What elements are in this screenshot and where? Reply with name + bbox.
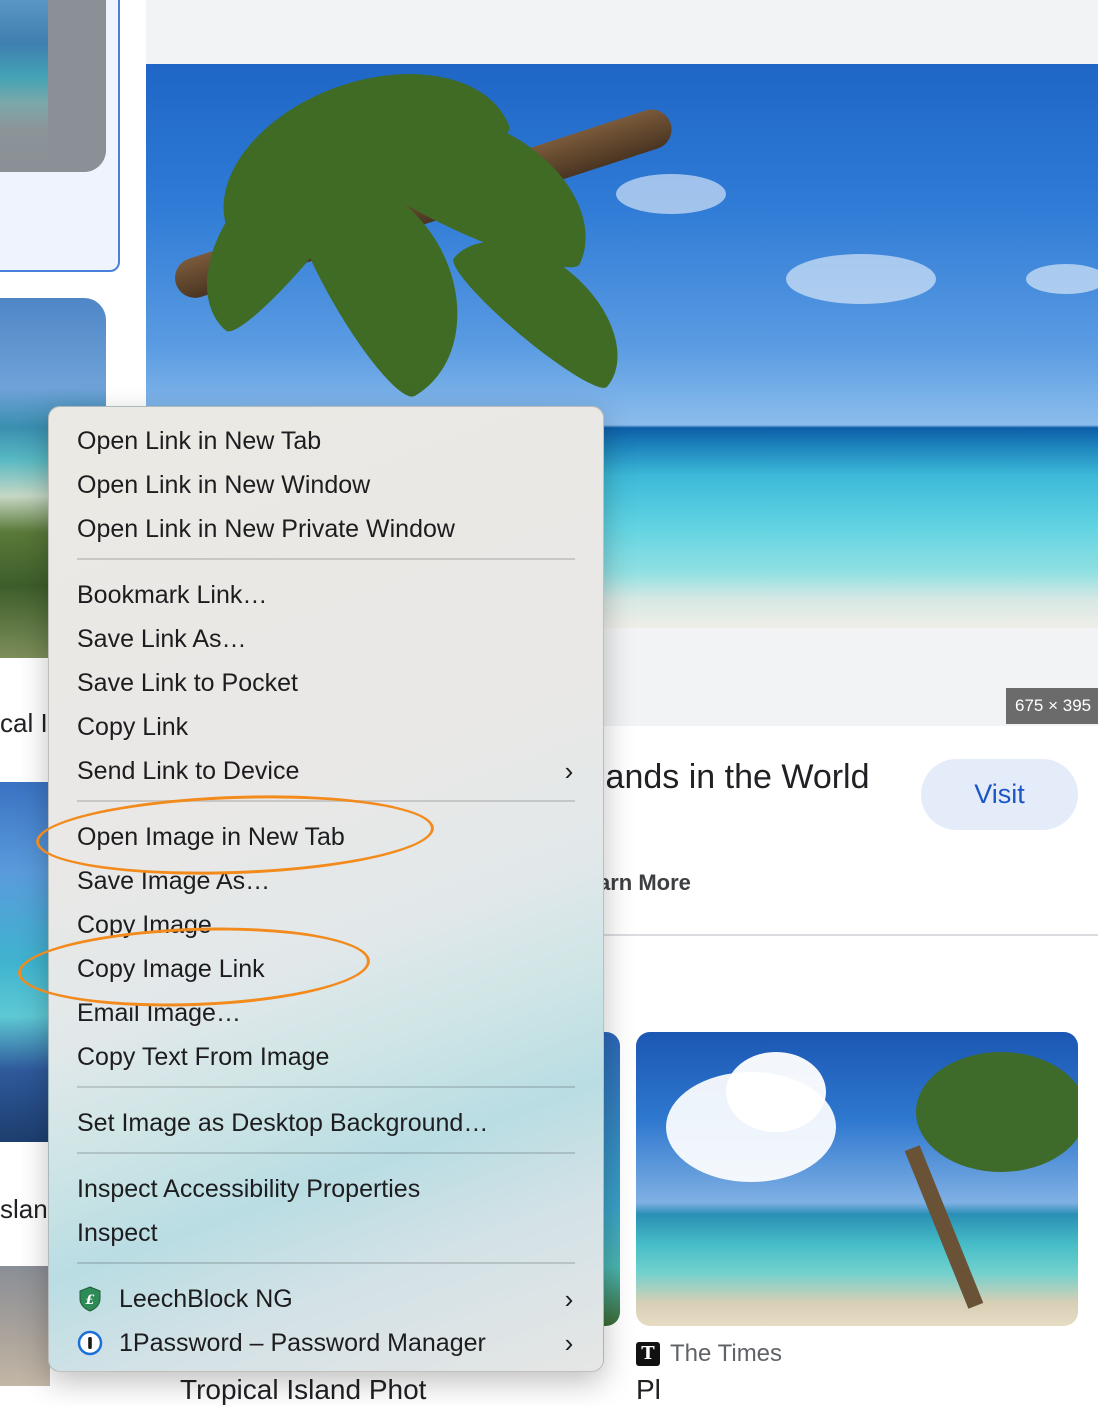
source-name: The Times	[670, 1340, 783, 1367]
result-caption[interactable]: cal I	[0, 708, 48, 739]
menu-copy-link[interactable]: Copy Link	[77, 705, 579, 749]
chevron-right-icon: ›	[564, 755, 574, 786]
menu-set-desktop-background[interactable]: Set Image as Desktop Background…	[77, 1101, 579, 1145]
preview-title[interactable]: lands in the World	[598, 758, 870, 797]
menu-separator	[77, 558, 575, 560]
menu-save-link-to-pocket[interactable]: Save Link to Pocket	[77, 661, 579, 705]
related-image[interactable]	[636, 1032, 1078, 1326]
menu-separator	[77, 1262, 575, 1264]
leechblock-shield-icon: £	[77, 1286, 103, 1312]
learn-more-link[interactable]: arn More	[598, 870, 691, 896]
preview-top-bar	[146, 0, 1098, 64]
related-title[interactable]: Pl	[636, 1374, 661, 1406]
menu-1password[interactable]: 1Password – Password Manager ›	[77, 1321, 579, 1365]
result-caption[interactable]: slan	[0, 1194, 48, 1225]
result-thumbnail[interactable]	[0, 1266, 50, 1386]
menu-inspect[interactable]: Inspect	[77, 1211, 579, 1255]
menu-copy-text-from-image[interactable]: Copy Text From Image	[77, 1035, 579, 1079]
related-source[interactable]: T The Times	[636, 1340, 782, 1368]
menu-inspect-accessibility[interactable]: Inspect Accessibility Properties	[77, 1167, 579, 1211]
menu-send-link-to-device[interactable]: Send Link to Device ›	[77, 749, 579, 793]
menu-open-link-new-window[interactable]: Open Link in New Window	[77, 463, 579, 507]
the-times-logo-icon: T	[636, 1342, 660, 1366]
menu-save-link-as[interactable]: Save Link As…	[77, 617, 579, 661]
result-thumbnail[interactable]	[0, 0, 106, 172]
svg-text:£: £	[85, 1293, 94, 1308]
visit-button[interactable]: Visit	[921, 759, 1078, 830]
1password-icon	[77, 1330, 103, 1356]
image-dimensions-badge: 675 × 395	[1006, 688, 1098, 724]
menu-open-link-new-tab[interactable]: Open Link in New Tab	[77, 419, 579, 463]
menu-bookmark-link[interactable]: Bookmark Link…	[77, 573, 579, 617]
menu-separator	[77, 1086, 575, 1088]
chevron-right-icon: ›	[564, 1283, 574, 1314]
context-menu: Open Link in New Tab Open Link in New Wi…	[48, 406, 604, 1372]
chevron-right-icon: ›	[564, 1327, 574, 1358]
menu-separator	[77, 1152, 575, 1154]
divider	[600, 934, 1098, 936]
menu-open-link-private-window[interactable]: Open Link in New Private Window	[77, 507, 579, 551]
related-title[interactable]: Tropical Island Phot	[180, 1374, 426, 1406]
menu-leechblock[interactable]: £ LeechBlock NG ›	[77, 1277, 579, 1321]
